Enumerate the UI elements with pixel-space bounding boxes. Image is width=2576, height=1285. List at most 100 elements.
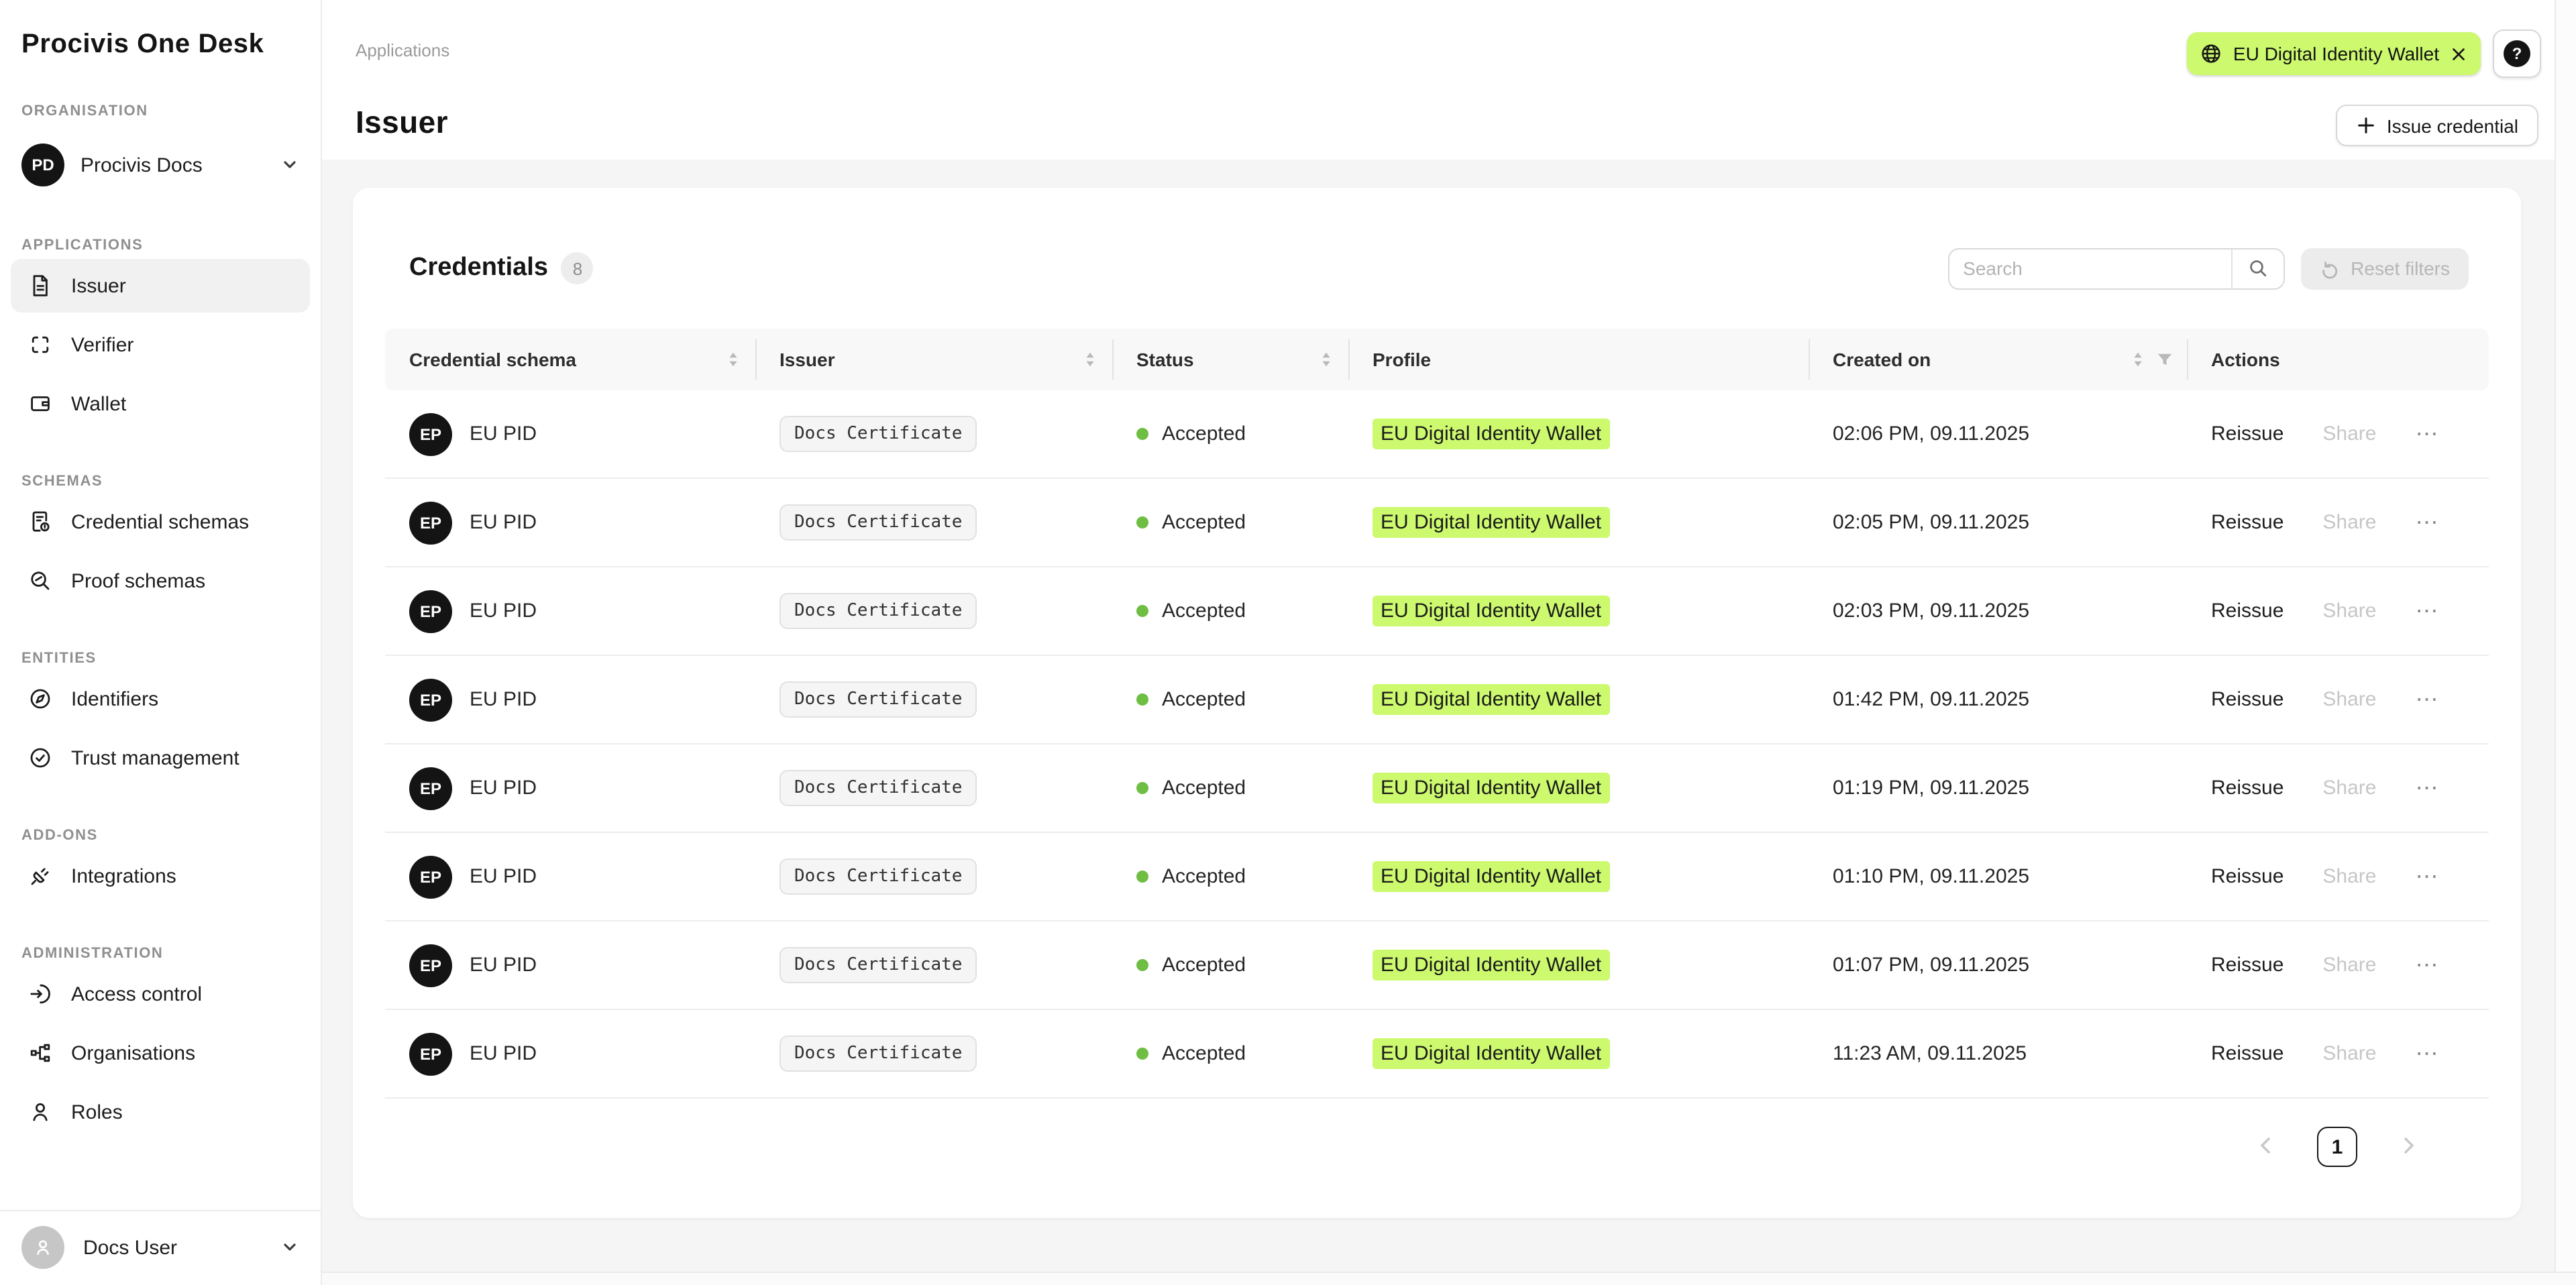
issuer-tag: Docs Certificate (780, 1036, 977, 1072)
reissue-button[interactable]: Reissue (2211, 954, 2284, 976)
credentials-card: Credentials 8 Reset filters (353, 188, 2521, 1218)
sidebar-item-label: Proof schemas (71, 569, 205, 592)
column-created-on[interactable]: Created on (1809, 329, 2187, 390)
table-row[interactable]: EPEU PID Docs Certificate Accepted EU Di… (385, 567, 2489, 656)
sidebar-item-wallet[interactable]: Wallet (11, 377, 310, 431)
horizontal-scrollbar[interactable] (322, 1272, 2576, 1285)
more-actions-button[interactable]: ⋯ (2415, 865, 2438, 888)
sidebar-item-label: Credential schemas (71, 510, 249, 533)
sort-icon[interactable] (2129, 350, 2147, 369)
sidebar-item-label: Trust management (71, 746, 239, 769)
issuer-tag: Docs Certificate (780, 504, 977, 541)
sidebar-item-label: Issuer (71, 274, 126, 297)
page-title: Issuer (356, 105, 448, 141)
sidebar-item-identifiers[interactable]: Identifiers (11, 672, 310, 726)
share-button[interactable]: Share (2322, 954, 2376, 976)
reissue-button[interactable]: Reissue (2211, 600, 2284, 622)
reissue-button[interactable]: Reissue (2211, 1042, 2284, 1065)
reissue-button[interactable]: Reissue (2211, 511, 2284, 534)
credential-avatar: EP (409, 1032, 452, 1075)
column-profile[interactable]: Profile (1348, 329, 1809, 390)
breadcrumb[interactable]: Applications (356, 40, 449, 60)
check-circle-icon (27, 744, 54, 771)
search-button[interactable] (2231, 249, 2284, 288)
column-status[interactable]: Status (1112, 329, 1348, 390)
status-label: Accepted (1162, 600, 1246, 622)
profile-label: EU Digital Identity Wallet (1373, 861, 1609, 892)
more-actions-button[interactable]: ⋯ (2415, 1042, 2438, 1065)
reissue-button[interactable]: Reissue (2211, 865, 2284, 888)
search-box (1948, 247, 2285, 289)
reissue-button[interactable]: Reissue (2211, 423, 2284, 445)
more-actions-button[interactable]: ⋯ (2415, 954, 2438, 976)
share-button[interactable]: Share (2322, 777, 2376, 799)
column-credential-schema[interactable]: Credential schema (385, 329, 755, 390)
sort-icon[interactable] (724, 350, 742, 369)
sidebar-item-integrations[interactable]: Integrations (11, 849, 310, 903)
sidebar-item-verifier[interactable]: Verifier (11, 318, 310, 372)
share-button[interactable]: Share (2322, 1042, 2376, 1065)
issue-credential-button[interactable]: Issue credential (2336, 105, 2538, 146)
wallet-profile-chip[interactable]: EU Digital Identity Wallet (2188, 32, 2481, 75)
table-row[interactable]: EPEU PID Docs Certificate Accepted EU Di… (385, 479, 2489, 567)
search-icon (2247, 258, 2269, 279)
credential-avatar: EP (409, 767, 452, 809)
next-page-button[interactable] (2390, 1127, 2427, 1164)
help-button[interactable]: ? (2493, 30, 2541, 78)
more-actions-button[interactable]: ⋯ (2415, 777, 2438, 799)
plus-icon (2356, 115, 2376, 135)
page-number[interactable]: 1 (2317, 1127, 2357, 1167)
reset-filters-label: Reset filters (2351, 258, 2450, 279)
reset-filters-button[interactable]: Reset filters (2301, 247, 2469, 289)
share-button[interactable]: Share (2322, 423, 2376, 445)
column-issuer[interactable]: Issuer (755, 329, 1112, 390)
table-row[interactable]: EPEU PID Docs Certificate Accepted EU Di… (385, 656, 2489, 744)
search-input[interactable] (1949, 249, 2231, 288)
more-actions-button[interactable]: ⋯ (2415, 600, 2438, 622)
table-row[interactable]: EPEU PID Docs Certificate Accepted EU Di… (385, 744, 2489, 833)
user-menu[interactable]: Docs User (0, 1210, 321, 1285)
share-button[interactable]: Share (2322, 511, 2376, 534)
table-row[interactable]: EPEU PID Docs Certificate Accepted EU Di… (385, 390, 2489, 479)
sort-icon[interactable] (1318, 350, 1335, 369)
status-label: Accepted (1162, 423, 1246, 445)
plug-icon (27, 862, 54, 889)
table-row[interactable]: EPEU PID Docs Certificate Accepted EU Di… (385, 921, 2489, 1010)
sidebar-item-organisations[interactable]: Organisations (11, 1026, 310, 1080)
reissue-button[interactable]: Reissue (2211, 777, 2284, 799)
sort-icon[interactable] (1081, 350, 1099, 369)
close-icon[interactable] (2450, 45, 2467, 62)
filter-icon[interactable] (2156, 351, 2174, 368)
share-button[interactable]: Share (2322, 865, 2376, 888)
status-label: Accepted (1162, 688, 1246, 711)
vertical-scrollbar[interactable] (2555, 0, 2576, 1272)
previous-page-button[interactable] (2247, 1127, 2285, 1164)
user-name: Docs User (83, 1236, 262, 1259)
main-area: Applications EU Digital Identity Wallet … (322, 0, 2555, 1272)
sidebar-item-issuer[interactable]: Issuer (11, 259, 310, 313)
content-area: Credentials 8 Reset filters (322, 160, 2555, 1272)
sidebar-item-proof-schemas[interactable]: Proof schemas (11, 554, 310, 608)
sidebar-item-trust-management[interactable]: Trust management (11, 731, 310, 785)
sidebar-item-credential-schemas[interactable]: Credential schemas (11, 495, 310, 549)
reissue-button[interactable]: Reissue (2211, 688, 2284, 711)
table-row[interactable]: EPEU PID Docs Certificate Accepted EU Di… (385, 833, 2489, 921)
status-dot-icon (1136, 959, 1148, 971)
sidebar-item-roles[interactable]: Roles (11, 1085, 310, 1139)
section-label-applications: APPLICATIONS (0, 237, 321, 254)
issuer-tag: Docs Certificate (780, 681, 977, 718)
share-button[interactable]: Share (2322, 600, 2376, 622)
credential-avatar: EP (409, 944, 452, 987)
more-actions-button[interactable]: ⋯ (2415, 688, 2438, 711)
more-actions-button[interactable]: ⋯ (2415, 511, 2438, 534)
credential-schema-name: EU PID (470, 511, 537, 534)
organisation-switcher[interactable]: PD Procivis Docs (11, 135, 310, 194)
status-dot-icon (1136, 693, 1148, 706)
organisation-avatar: PD (21, 144, 64, 186)
table-row[interactable]: EPEU PID Docs Certificate Accepted EU Di… (385, 1010, 2489, 1099)
sidebar-item-access-control[interactable]: Access control (11, 967, 310, 1021)
share-button[interactable]: Share (2322, 688, 2376, 711)
issuer-tag: Docs Certificate (780, 770, 977, 806)
more-actions-button[interactable]: ⋯ (2415, 423, 2438, 445)
sidebar: Procivis One Desk ORGANISATION PD Prociv… (0, 0, 322, 1285)
